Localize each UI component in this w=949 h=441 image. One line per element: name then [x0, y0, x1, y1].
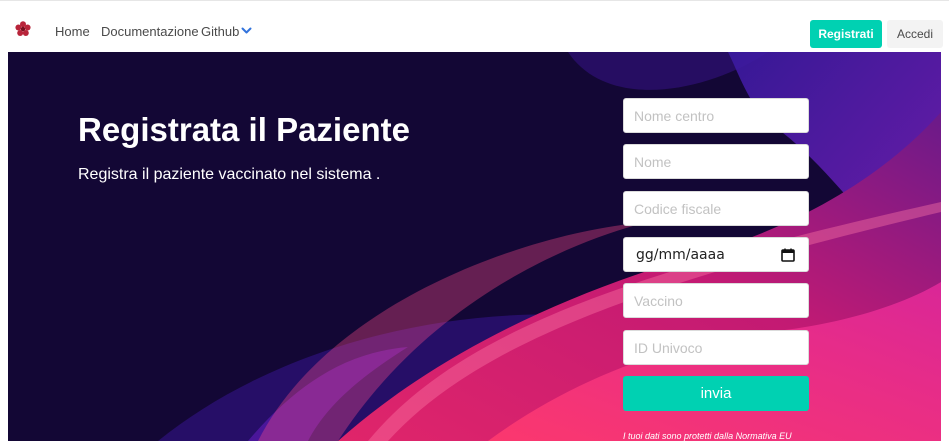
nome-centro-input[interactable] — [623, 98, 809, 133]
date-placeholder: gg/mm/aaaa — [636, 247, 725, 263]
nav-home-link[interactable]: Home — [55, 24, 90, 40]
navbar: Home Documentazione Github Registrati Ac… — [0, 0, 949, 53]
codice-fiscale-input[interactable] — [623, 191, 809, 226]
id-univoco-input[interactable] — [623, 330, 809, 365]
nome-input[interactable] — [623, 144, 809, 179]
nav-documentazione-link[interactable]: Documentazione — [101, 24, 199, 40]
register-button[interactable]: Registrati — [810, 20, 882, 48]
nav-github-link[interactable]: Github — [201, 24, 239, 40]
page-title: Registrata il Paziente — [78, 111, 410, 148]
submit-button[interactable]: invia — [623, 376, 809, 411]
flower-logo-icon[interactable] — [15, 21, 31, 37]
vaccino-input[interactable] — [623, 283, 809, 318]
chevron-down-icon[interactable] — [241, 27, 252, 35]
login-button[interactable]: Accedi — [887, 20, 943, 48]
calendar-icon[interactable] — [781, 248, 795, 262]
privacy-note: I tuoi dati sono protetti dalla Normativ… — [623, 431, 792, 441]
hero-section: Registrata il Paziente Registra il pazie… — [8, 52, 941, 441]
page-subtitle: Registra il paziente vaccinato nel siste… — [78, 166, 381, 183]
date-input[interactable]: gg/mm/aaaa — [623, 237, 809, 272]
